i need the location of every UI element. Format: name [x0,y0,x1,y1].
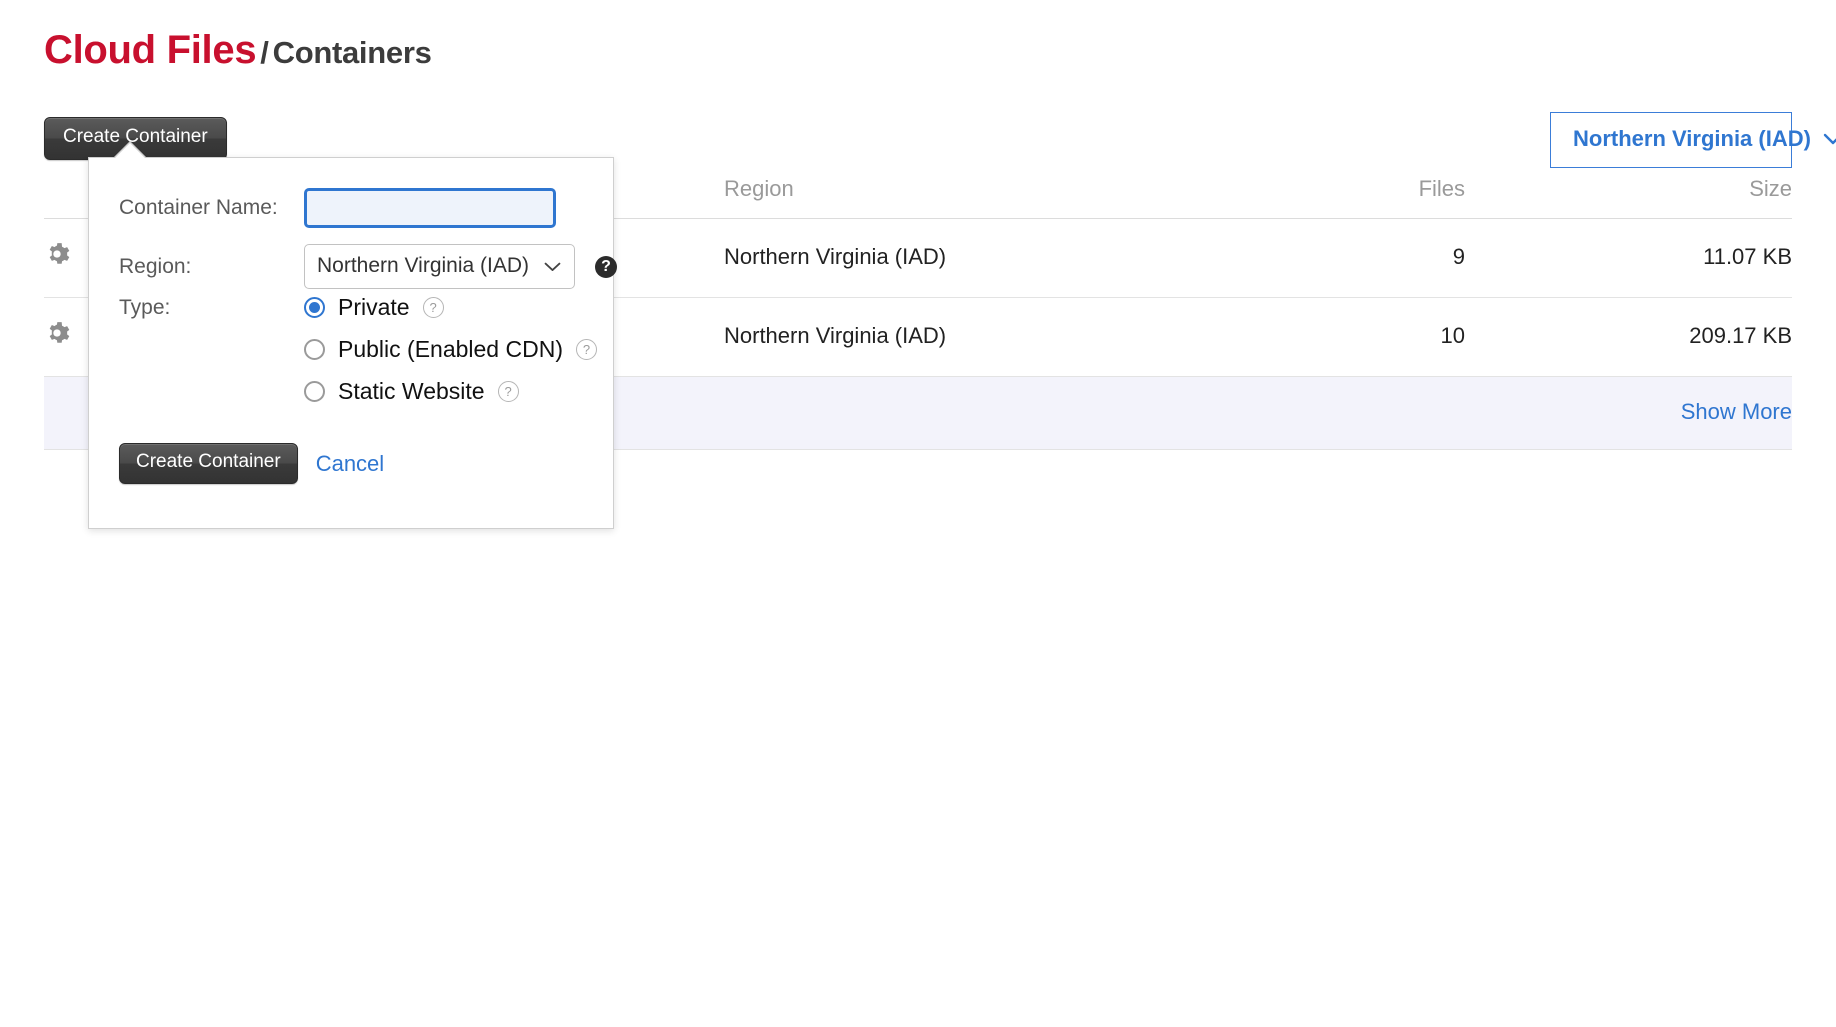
cell-region: Northern Virginia (IAD) [724,298,1182,377]
radio-label: Static Website [338,378,485,405]
radio-indicator[interactable] [304,339,325,360]
column-header-files[interactable]: Files [1182,176,1465,219]
popover-create-container-button[interactable]: Create Container [119,443,298,484]
region-label: Region: [119,255,304,279]
region-select-wrapper: Northern Virginia (IAD) [304,244,575,289]
radio-option-static-website[interactable]: Static Website ? [304,378,597,405]
type-row: Type: Private ? Public (Enabled CDN) ? S… [119,294,597,405]
radio-option-private[interactable]: Private ? [304,294,597,321]
chevron-down-icon [1823,128,1836,151]
cell-region: Northern Virginia (IAD) [724,219,1182,298]
cell-files: 9 [1182,219,1465,298]
gear-icon[interactable] [44,320,70,346]
popover-actions: Create Container Cancel [119,443,384,484]
radio-indicator[interactable] [304,297,325,318]
region-selector[interactable]: Northern Virginia (IAD) [1550,112,1792,168]
page-title: Cloud Files/Containers [44,28,432,73]
region-selector-value: Northern Virginia (IAD) [1573,126,1811,151]
static-website-help-icon[interactable]: ? [498,381,519,402]
container-name-row: Container Name: [119,188,556,228]
breadcrumb-section: Containers [273,35,432,70]
cell-files: 10 [1182,298,1465,377]
radio-label: Private [338,294,410,321]
breadcrumb-separator: / [256,35,272,70]
show-more-link[interactable]: Show More [1681,399,1792,424]
region-select[interactable]: Northern Virginia (IAD) [304,244,575,289]
create-container-popover: Container Name: Region: Northern Virgini… [88,157,614,529]
radio-label: Public (Enabled CDN) [338,336,563,363]
container-name-input[interactable] [304,188,556,228]
region-row: Region: Northern Virginia (IAD) ? [119,244,617,289]
column-header-size[interactable]: Size [1465,176,1792,219]
container-name-label: Container Name: [119,196,304,220]
column-header-region[interactable]: Region [724,176,1182,219]
popover-cancel-link[interactable]: Cancel [316,451,384,477]
popover-arrow-inner [114,143,146,159]
region-help-icon[interactable]: ? [595,256,617,278]
breadcrumb-brand: Cloud Files [44,28,256,72]
radio-indicator[interactable] [304,381,325,402]
gear-icon[interactable] [44,241,70,267]
type-label: Type: [119,294,304,320]
radio-option-public-cdn[interactable]: Public (Enabled CDN) ? [304,336,597,363]
type-radio-group: Private ? Public (Enabled CDN) ? Static … [304,294,597,405]
private-help-icon[interactable]: ? [423,297,444,318]
cell-size: 209.17 KB [1465,298,1792,377]
cell-size: 11.07 KB [1465,219,1792,298]
public-cdn-help-icon[interactable]: ? [576,339,597,360]
